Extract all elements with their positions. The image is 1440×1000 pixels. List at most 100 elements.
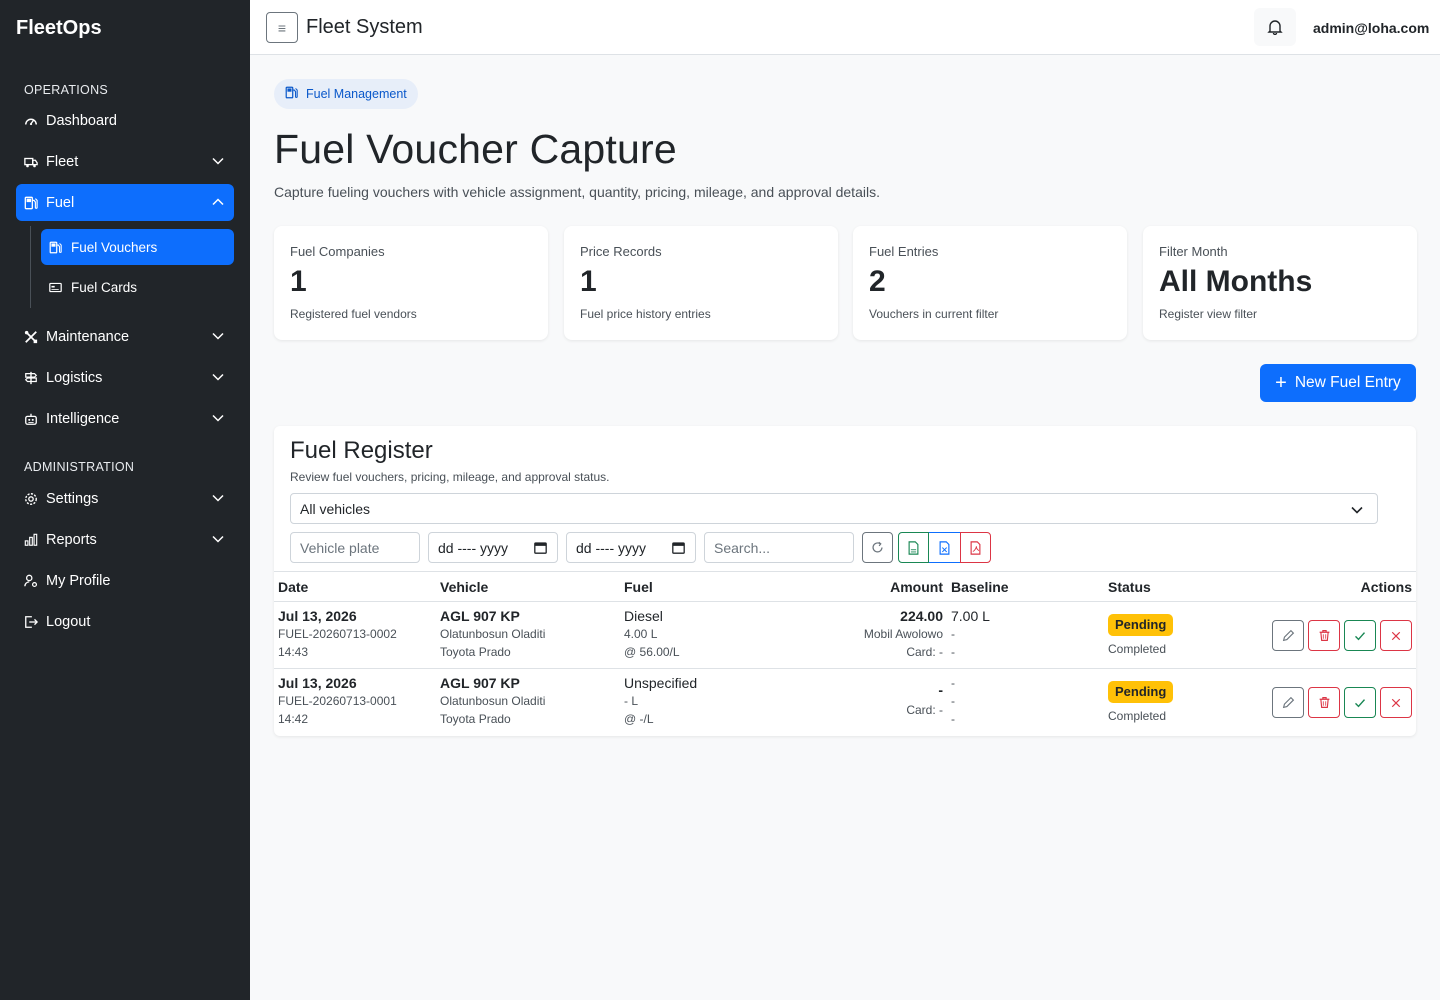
export-pdf-button[interactable] (960, 532, 991, 563)
delete-button[interactable] (1308, 687, 1340, 718)
export-excel-button[interactable] (929, 532, 960, 563)
row-fuel-type: Unspecified (624, 675, 698, 691)
sidebar-item-label: My Profile (46, 572, 111, 589)
row-date: Jul 13, 2026 (278, 608, 357, 624)
tools-icon (24, 330, 38, 344)
stat-value: 1 (580, 265, 597, 298)
col-fuel[interactable]: Fuel (624, 579, 653, 595)
row-fuel-type: Diesel (624, 608, 663, 624)
delete-button[interactable] (1308, 620, 1340, 651)
row-driver: Olatunbosun Oladiti (440, 627, 546, 641)
sidebar-item-fuel-vouchers[interactable]: Fuel Vouchers (41, 229, 234, 265)
export-csv-button[interactable] (898, 532, 929, 563)
row-ref: FUEL-20260713-0002 (278, 627, 397, 641)
sidebar-item-label: Logistics (46, 369, 103, 386)
pencil-icon (1282, 696, 1294, 709)
table-header: Date Vehicle Fuel Amount Baseline Status… (274, 571, 1416, 602)
row-amount: - (938, 682, 943, 698)
col-actions: Actions (1360, 579, 1412, 595)
stat-note: Fuel price history entries (580, 307, 711, 321)
stat-value: All Months (1159, 265, 1313, 298)
row-baseline: - (951, 676, 955, 690)
fuel-pump-icon (285, 86, 298, 102)
stat-label: Filter Month (1159, 244, 1228, 259)
approve-button[interactable] (1344, 620, 1376, 651)
fuel-pump-icon (24, 196, 38, 210)
vehicle-plate-input[interactable]: Vehicle plate (290, 532, 420, 563)
notifications-button[interactable] (1254, 8, 1296, 46)
row-baseline-3: - (951, 712, 955, 726)
date-placeholder: dd ---- yyyy (576, 539, 646, 556)
sidebar-item-label: Reports (46, 531, 97, 548)
chevron-down-icon (212, 414, 224, 422)
x-icon (1391, 631, 1401, 640)
sidebar-item-label: Dashboard (46, 112, 117, 129)
sidebar-item-fleet[interactable]: Fleet (16, 143, 234, 180)
row-quantity: - L (624, 694, 639, 708)
approve-button[interactable] (1344, 687, 1376, 718)
sidebar-item-label: Logout (46, 613, 91, 630)
vehicle-select[interactable]: All vehicles (290, 493, 1378, 524)
sidebar-item-fuel[interactable]: Fuel (16, 184, 234, 221)
fuel-pump-icon (49, 241, 63, 254)
menu-toggle-button[interactable]: ≡ (266, 12, 298, 43)
card-title: Fuel Register (290, 437, 433, 464)
row-plate: AGL 907 KP (440, 608, 520, 624)
edit-button[interactable] (1272, 687, 1304, 718)
status-sub: Completed (1108, 709, 1167, 723)
user-email[interactable]: admin@loha.com (1313, 20, 1429, 36)
table-row[interactable]: Jul 13, 2026 FUEL-20260713-0002 14:43 AG… (274, 602, 1416, 669)
row-card: Card: - (906, 645, 943, 659)
row-date: Jul 13, 2026 (278, 675, 357, 691)
table-row[interactable]: Jul 13, 2026 FUEL-20260713-0001 14:42 AG… (274, 669, 1416, 736)
gear-icon (24, 492, 38, 506)
user-gear-icon (24, 574, 38, 588)
col-status[interactable]: Status (1108, 579, 1151, 595)
status-badge: Pending (1108, 681, 1174, 703)
row-model: Toyota Prado (440, 645, 511, 659)
sidebar-item-intelligence[interactable]: Intelligence (16, 400, 234, 437)
col-amount[interactable]: Amount (890, 579, 943, 595)
chevron-down-icon (1351, 506, 1363, 514)
reject-button[interactable] (1380, 687, 1412, 718)
row-baseline-2: - (951, 694, 955, 708)
sidebar-item-logistics[interactable]: Logistics (16, 359, 234, 396)
col-vehicle[interactable]: Vehicle (440, 579, 488, 595)
sidebar-item-reports[interactable]: Reports (16, 521, 234, 558)
sidebar-item-maintenance[interactable]: Maintenance (16, 318, 234, 355)
sidebar-item-label: Fleet (46, 153, 79, 170)
signpost-icon (24, 371, 38, 385)
sidebar-item-fuel-cards[interactable]: Fuel Cards (41, 269, 234, 305)
col-baseline[interactable]: Baseline (951, 579, 1009, 595)
row-driver: Olatunbosun Oladiti (440, 694, 546, 708)
row-model: Toyota Prado (440, 712, 511, 726)
brand-logo[interactable]: FleetOps (16, 17, 102, 40)
pencil-icon (1282, 629, 1294, 642)
sidebar-item-label: Fuel Vouchers (71, 239, 158, 255)
search-input[interactable]: Search... (704, 532, 854, 563)
sidebar-item-dashboard[interactable]: Dashboard (16, 102, 234, 139)
col-date[interactable]: Date (278, 579, 308, 595)
date-to-input[interactable]: dd ---- yyyy (566, 532, 696, 563)
stat-note: Register view filter (1159, 307, 1258, 321)
button-label: New Fuel Entry (1294, 374, 1401, 391)
calendar-icon[interactable] (672, 541, 685, 554)
row-ref: FUEL-20260713-0001 (278, 694, 397, 708)
reject-button[interactable] (1380, 620, 1412, 651)
bell-icon (1267, 20, 1283, 35)
new-fuel-entry-button[interactable]: + New Fuel Entry (1260, 364, 1416, 402)
file-csv-icon (908, 540, 919, 555)
date-from-input[interactable]: dd ---- yyyy (428, 532, 558, 563)
edit-button[interactable] (1272, 620, 1304, 651)
fuel-register-card: Fuel Register Review fuel vouchers, pric… (274, 426, 1416, 736)
chevron-down-icon (212, 494, 224, 502)
card-subtitle: Review fuel vouchers, pricing, mileage, … (290, 470, 610, 484)
sidebar-item-my-profile[interactable]: My Profile (16, 562, 234, 599)
bar-chart-icon (24, 533, 38, 547)
refresh-button[interactable] (862, 532, 893, 563)
sidebar-item-logout[interactable]: Logout (16, 603, 234, 640)
page-title: Fuel Voucher Capture (274, 126, 677, 172)
sidebar-item-settings[interactable]: Settings (16, 480, 234, 517)
check-icon (1355, 698, 1366, 707)
calendar-icon[interactable] (534, 541, 547, 554)
